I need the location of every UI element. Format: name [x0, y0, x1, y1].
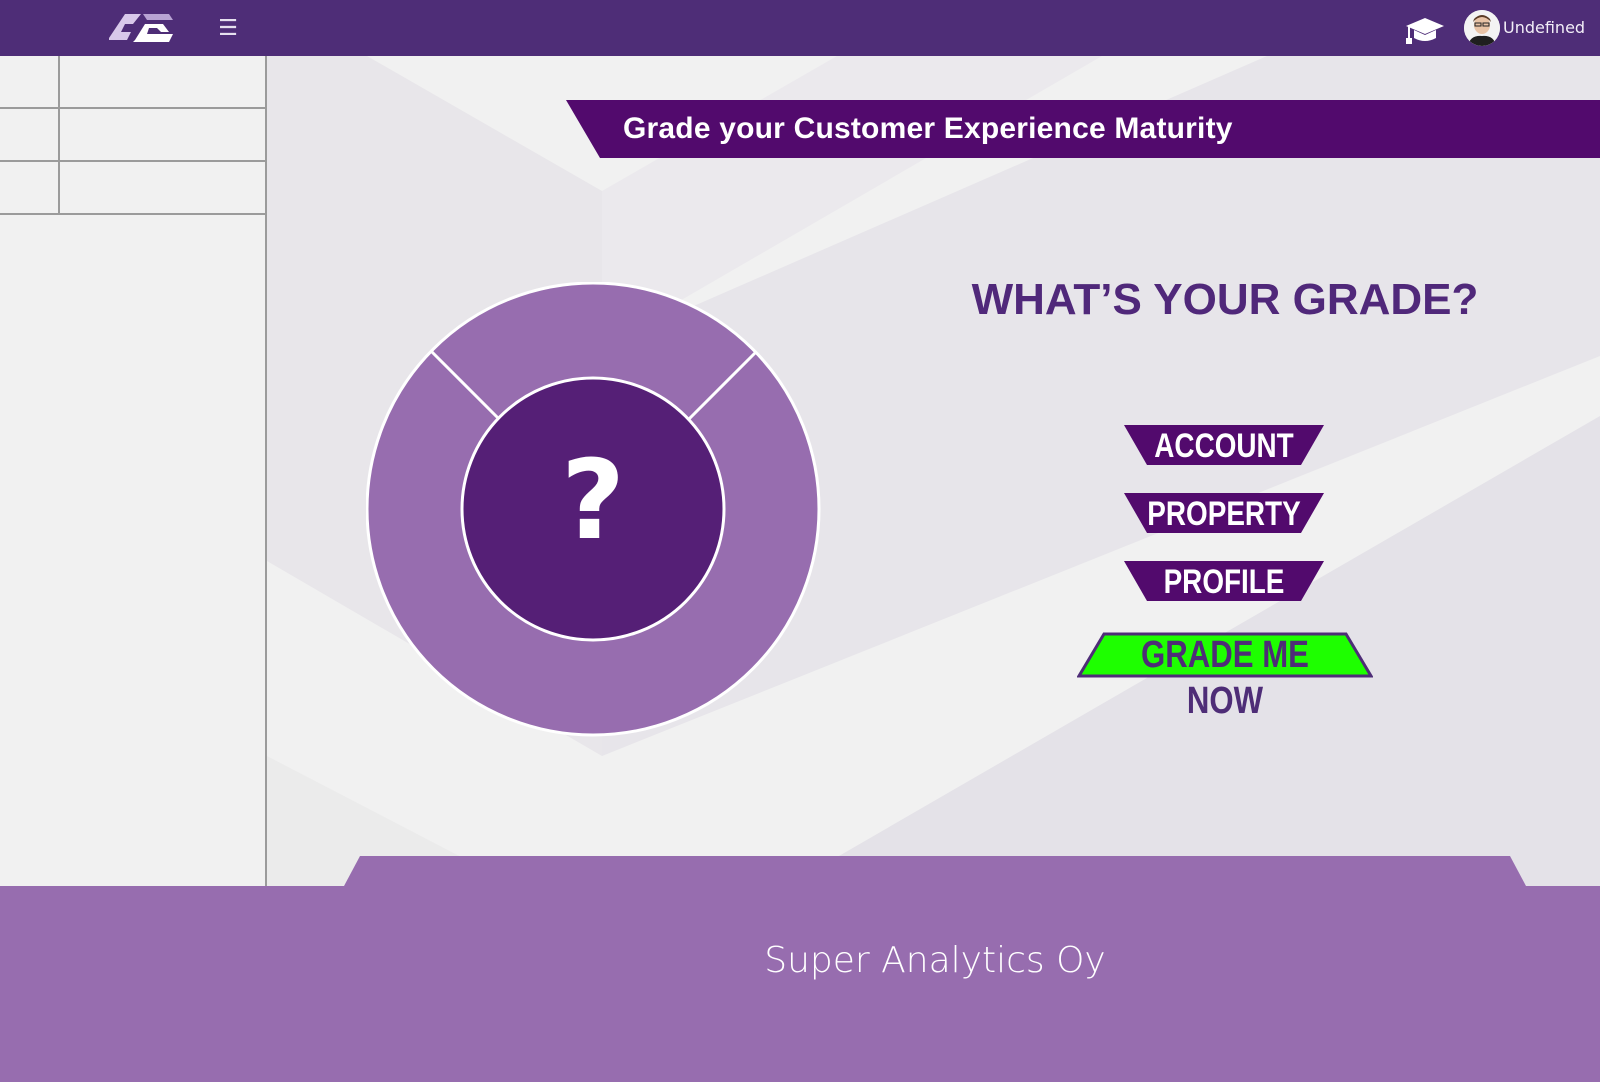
company-logo[interactable] — [103, 10, 177, 46]
grade-heading: WHAT’S YOUR GRADE? — [971, 275, 1479, 324]
grade-me-now-button-label: GRADE ME NOW — [1141, 634, 1309, 722]
property-button-label: PROPERTY — [1147, 495, 1301, 533]
user-avatar[interactable] — [1464, 10, 1500, 46]
account-button-label: ACCOUNT — [1154, 427, 1294, 465]
top-bar: ☰ Undefined — [0, 0, 1600, 56]
wheel-center-question-mark: ? — [561, 436, 625, 564]
graduation-cap-icon[interactable] — [1404, 12, 1446, 46]
property-button[interactable]: PROPERTY — [1124, 493, 1324, 533]
hamburger-menu-icon[interactable]: ☰ — [216, 14, 240, 42]
sidebar-item-icon-cell — [0, 109, 60, 160]
grade-me-now-button[interactable]: GRADE ME NOW — [1077, 632, 1373, 722]
sidebar-item-2[interactable] — [0, 109, 265, 162]
sidebar-item-1[interactable] — [0, 56, 265, 109]
profile-button-label: PROFILE — [1163, 563, 1285, 601]
sidebar-item-icon-cell — [0, 162, 60, 213]
footer-tab — [344, 856, 1526, 886]
page-title: Grade your Customer Experience Maturity — [623, 112, 1233, 145]
sidebar — [0, 56, 267, 886]
profile-button[interactable]: PROFILE — [1124, 561, 1324, 601]
sidebar-item-icon-cell — [0, 56, 60, 107]
footer-company-name: Super Analytics Oy — [764, 940, 1106, 981]
footer: Super Analytics Oy — [0, 886, 1600, 1082]
account-button[interactable]: ACCOUNT — [1124, 425, 1324, 465]
sidebar-item-3[interactable] — [0, 162, 265, 215]
username-label[interactable]: Undefined — [1503, 16, 1585, 40]
